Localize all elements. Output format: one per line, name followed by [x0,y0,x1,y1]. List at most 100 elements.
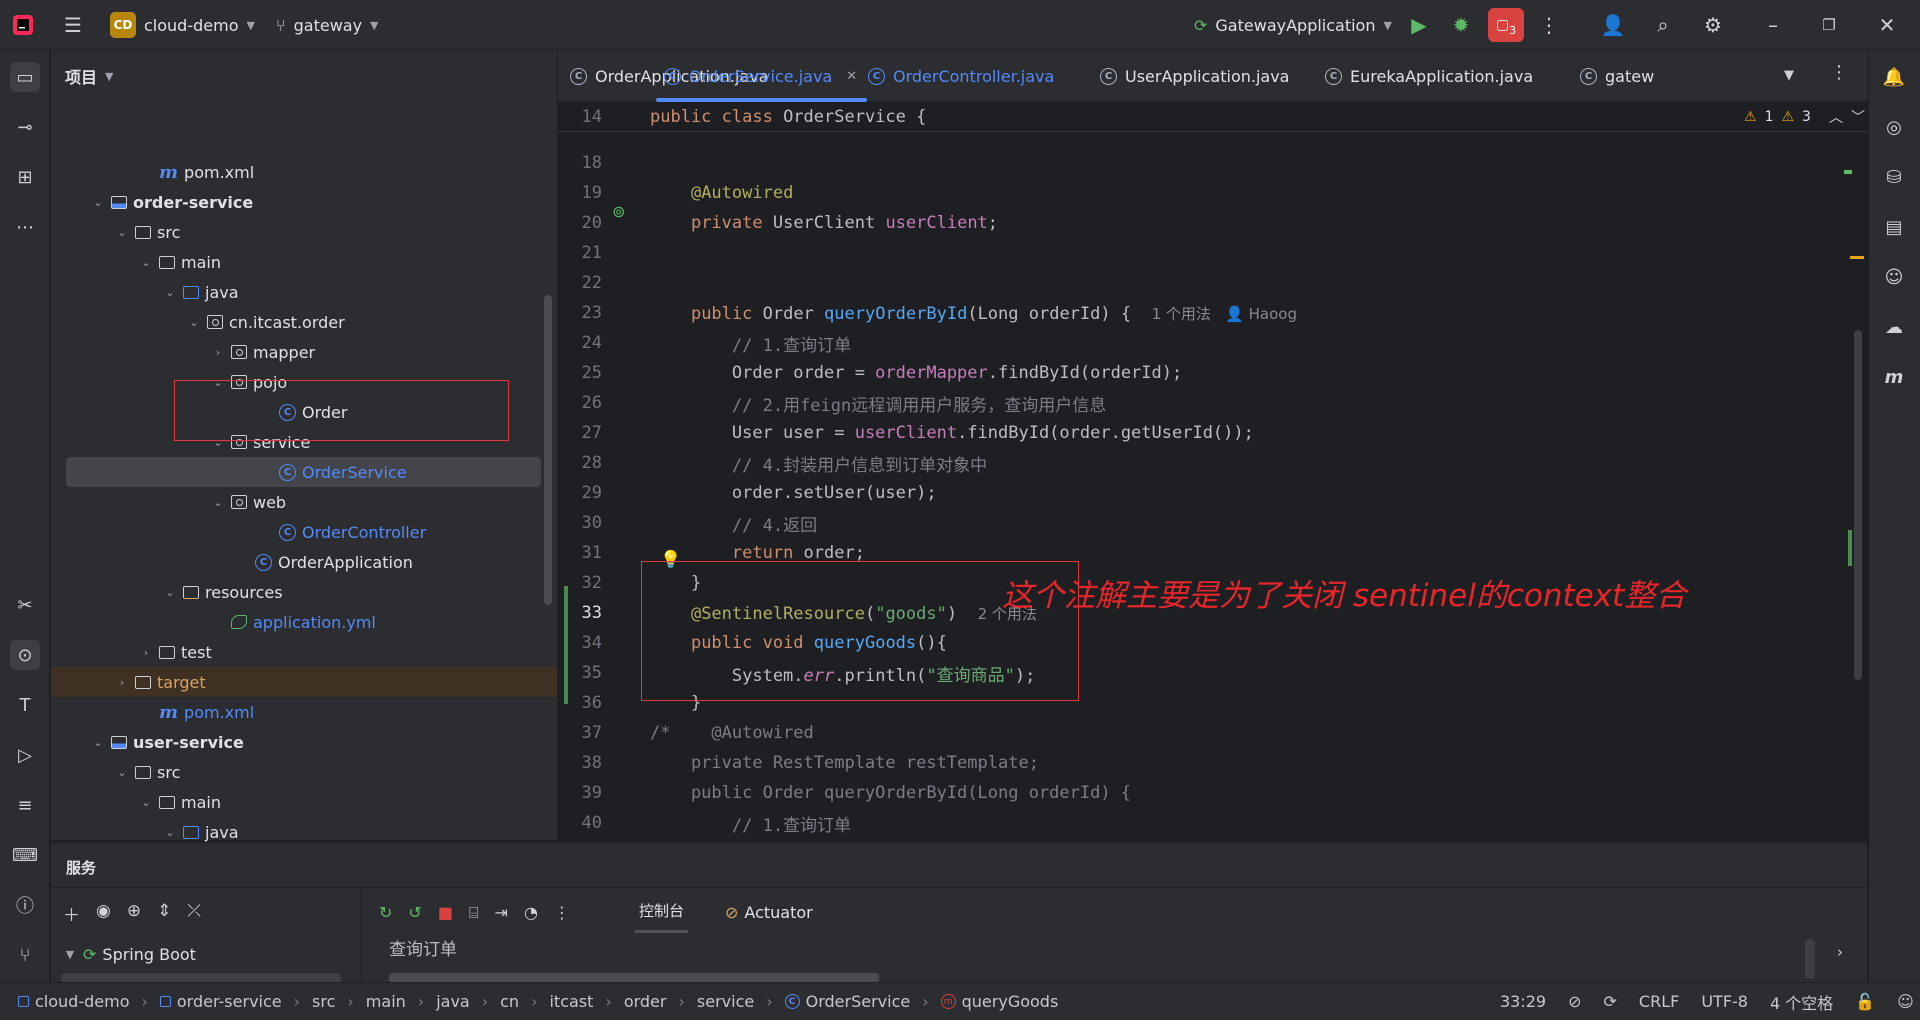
breadcrumb-item[interactable]: main [366,992,406,1011]
code-line[interactable]: 29 order.setUser(user); [558,478,1868,508]
inspection-icon[interactable]: ☺ [1897,992,1914,1011]
dashboard-icon[interactable]: ◔ [524,903,538,923]
notifications-icon[interactable]: 🔔 [1879,62,1909,92]
breadcrumb-item[interactable]: m queryGoods [940,992,1058,1011]
new-group-icon[interactable]: ⊕ [127,901,141,926]
project-selector[interactable]: CD cloud-demo ▼ [110,0,255,50]
tab-actuator[interactable]: ⊘ Actuator [725,891,813,933]
code-line[interactable]: 26 // 2.用feign远程调用用户服务，查询用户信息 [558,388,1868,418]
breadcrumb-item[interactable]: C OrderService [784,992,910,1011]
breadcrumb-item[interactable]: itcast [549,992,593,1011]
code-line[interactable]: 27 User user = userClient.findById(order… [558,418,1868,448]
commit-icon[interactable]: ⊸ [10,112,40,142]
run-config-selector[interactable]: ⟳ GatewayApplication ▼ [1194,0,1392,50]
chevron-right-icon[interactable]: › [139,646,153,659]
tree-scrollbar[interactable] [544,295,552,605]
code-line[interactable]: 28 // 4.封装用户信息到订单对象中 [558,448,1868,478]
search-icon[interactable]: ⌕ [1650,12,1676,38]
tree-item[interactable]: ⌄ src [115,757,180,787]
tree-item[interactable]: ⌄ order-service [91,187,253,217]
code-line[interactable]: 19 @Autowired [558,178,1868,208]
git-icon[interactable]: ⑂ [10,940,40,970]
chevron-down-icon[interactable]: ⌄ [187,316,201,329]
breadcrumb-item[interactable]: order [624,992,667,1011]
tree-item[interactable]: ⌄ user-service [91,727,243,757]
warnings-indicator[interactable]: ⚠ 1 ⚠ 3 ︿ ﹀ [1744,107,1865,127]
indent-setting[interactable]: 4 个空格 [1770,990,1833,1014]
tab-more-icon[interactable]: ⋮ [1830,62,1848,83]
tree-item[interactable]: ⌄ web [211,487,286,517]
exit-icon[interactable]: ⇥ [495,903,508,923]
code-line[interactable]: 22 [558,268,1868,298]
more-tools-icon[interactable]: ⋯ [10,212,40,242]
code-line[interactable]: 23 public Order queryOrderById(Long orde… [558,298,1868,328]
restore-icon[interactable]: ❐ [1816,12,1842,38]
chevron-up-icon[interactable]: ︿ [1829,107,1843,127]
console-vscrollbar[interactable] [1805,939,1815,979]
editor-scrollbar[interactable] [1854,330,1862,680]
problems-icon[interactable]: ⓘ [10,890,40,920]
run-tool-icon[interactable]: ▷ [10,740,40,770]
stop-button[interactable]: ▢ 3 [1488,8,1524,42]
stop-icon[interactable]: ■ [438,903,453,923]
chevron-down-icon[interactable]: ⌄ [163,286,177,299]
code-line[interactable]: 39 public Order queryOrderById(Long orde… [558,778,1868,808]
maven-icon[interactable]: m [1879,362,1909,392]
add-user-icon[interactable]: 👤 [1600,12,1626,38]
code-line[interactable]: 30 // 4.返回 [558,508,1868,538]
eye-icon[interactable]: ◉ [96,901,111,926]
services-icon[interactable]: ⊙ [10,640,40,670]
gutter-bean-icon[interactable]: ⊚ [612,202,625,221]
code-line[interactable]: 24 // 1.查询订单 [558,328,1868,358]
chevron-right-icon[interactable]: › [1837,943,1843,961]
run-icon[interactable]: ▶ [1406,12,1432,38]
add-icon[interactable]: ＋ [63,901,80,926]
terminal-icon[interactable]: ⌨ [10,840,40,870]
tree-item[interactable]: C OrderService [259,457,407,487]
tree-item[interactable]: › target [51,667,557,697]
chevron-down-icon[interactable]: ⌄ [139,256,153,269]
chevron-down-icon[interactable]: ⌄ [91,736,105,749]
code-line[interactable]: 18 [558,148,1868,178]
breadcrumb-item[interactable]: order-service [159,992,282,1011]
todo-icon[interactable]: ≡ [10,790,40,820]
tree-item[interactable]: m pom.xml [139,157,254,187]
chevron-down-icon[interactable]: ⌄ [115,226,129,239]
code-line[interactable]: 25 Order order = orderMapper.findById(or… [558,358,1868,388]
tree-item[interactable]: m pom.xml [139,697,254,727]
chevron-down-icon[interactable]: ⌄ [115,766,129,779]
vcs-icon[interactable]: ⟳ [1604,992,1617,1011]
code-line[interactable]: 38 private RestTemplate restTemplate; [558,748,1868,778]
branch-selector[interactable]: ⑂ gateway ▼ [276,0,379,50]
file-encoding[interactable]: UTF-8 [1701,992,1748,1011]
chevron-right-icon[interactable]: › [211,346,225,359]
hammer-icon[interactable]: T [10,690,40,720]
line-separator[interactable]: CRLF [1639,992,1679,1011]
minimize-icon[interactable]: – [1760,12,1786,38]
no-power-save-icon[interactable]: ⊘ [1568,992,1581,1011]
settings-icon[interactable]: ⚙ [1700,12,1726,38]
editor-tab[interactable]: Cgatew [1580,50,1654,102]
project-panel-header[interactable]: 项目 ▼ [65,64,113,88]
editor-tab[interactable]: C UserApplication.java [1100,50,1289,102]
caret-position[interactable]: 33:29 [1500,992,1546,1011]
chevron-down-icon[interactable]: ⌄ [139,796,153,809]
chevron-down-icon[interactable]: ⌄ [91,196,105,209]
chevron-right-icon[interactable]: › [115,676,129,689]
chevron-down-icon[interactable]: ﹀ [1851,107,1865,127]
code-line[interactable]: 37 /* @Autowired [558,718,1868,748]
tree-item[interactable]: ⌄ resources [163,577,282,607]
project-folder-icon[interactable]: ▭ [10,62,40,92]
chevron-down-icon[interactable]: ⌄ [163,826,177,839]
code-line[interactable]: 40 // 1.查询订单 [558,808,1868,838]
expand-all-icon[interactable]: ⇕ [157,901,171,926]
more-actions-icon[interactable]: ⋮ [1536,12,1562,38]
breadcrumb-item[interactable]: service [697,992,754,1011]
tree-item[interactable]: ⌄ main [139,787,221,817]
breadcrumb-item[interactable]: cloud-demo [18,992,129,1011]
tab-list-chevron-icon[interactable]: ▼ [1784,68,1794,83]
tree-item[interactable]: C OrderController [259,517,426,547]
editor-tab[interactable]: C EurekaApplication.java [1325,50,1533,102]
endpoints-icon[interactable]: ▤ [1879,212,1909,242]
structure-icon[interactable]: ⊞ [10,162,40,192]
